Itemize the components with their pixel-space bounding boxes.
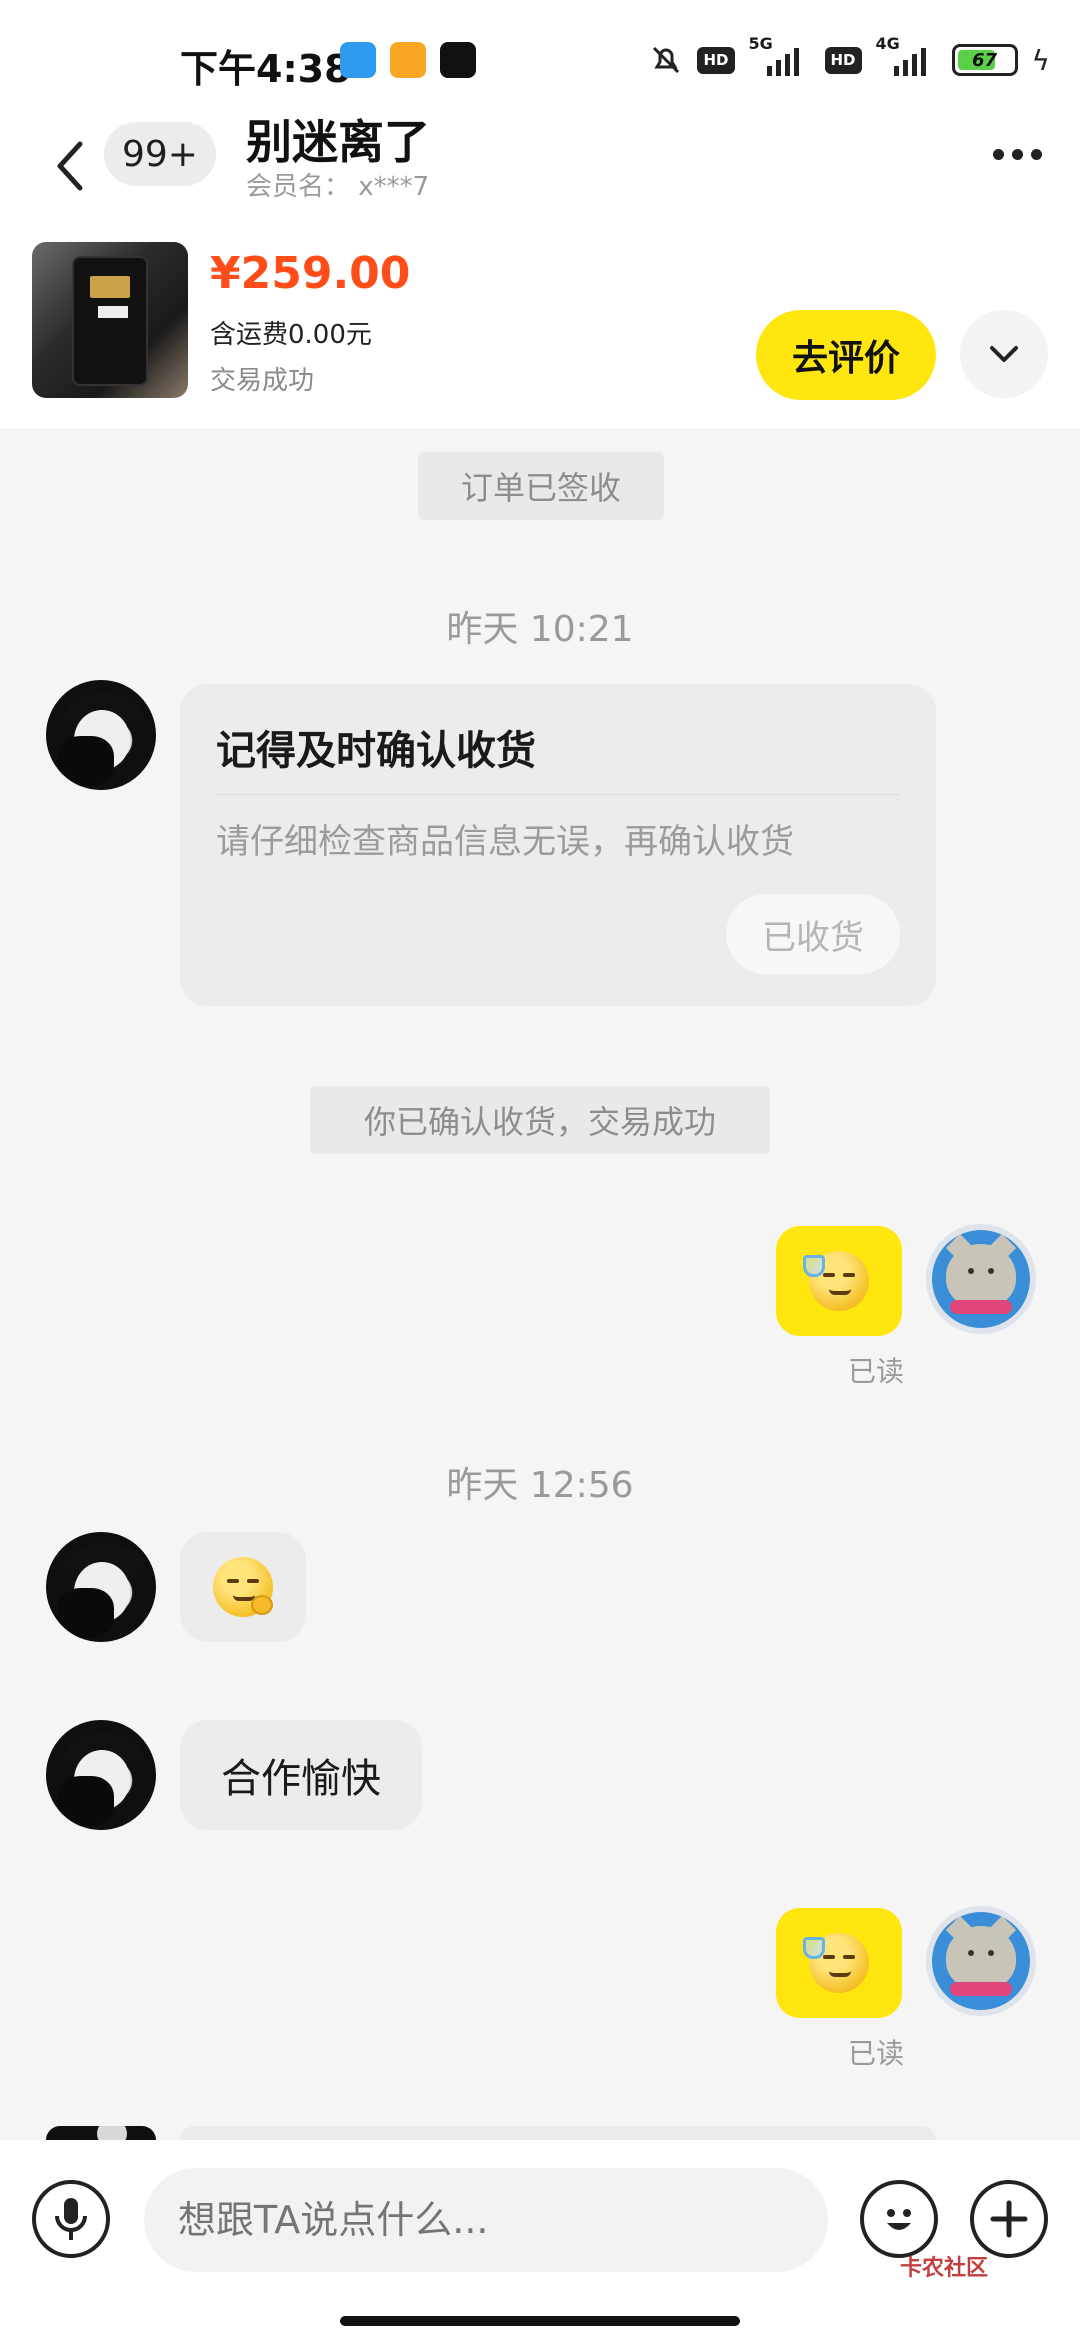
mute-bell-icon	[649, 43, 683, 77]
app-notification-icon	[390, 42, 426, 78]
app-notification-icon	[340, 42, 376, 78]
input-bar: 卡农社区	[0, 2140, 1080, 2340]
smile-ok-emoji	[213, 1557, 273, 1617]
seller-avatar[interactable]	[46, 680, 156, 790]
more-actions-button[interactable]	[970, 2180, 1048, 2258]
my-avatar[interactable]	[926, 1224, 1036, 1334]
signal-4g-icon: 4G	[876, 34, 938, 80]
text-message[interactable]: 合作愉快	[180, 1720, 422, 1830]
card-body: 请仔细检查商品信息无误，再确认收货	[216, 822, 794, 862]
review-button[interactable]: 去评价	[756, 310, 936, 400]
hd-badge: HD	[824, 46, 862, 74]
received-button[interactable]: 已收货	[726, 894, 900, 974]
seller-avatar[interactable]	[46, 2126, 156, 2140]
divider	[216, 794, 900, 795]
timestamp: 昨天 12:56	[446, 1465, 634, 1506]
home-indicator[interactable]	[340, 2316, 740, 2326]
seller-avatar[interactable]	[46, 1720, 156, 1830]
sticker-message[interactable]	[180, 1532, 306, 1642]
emoji-button[interactable]	[860, 2180, 938, 2258]
product-card[interactable]: ¥259.00 含运费0.00元 交易成功 去评价	[0, 230, 1080, 430]
system-message-signed: 订单已签收	[418, 452, 664, 520]
partial-message[interactable]	[180, 2126, 936, 2140]
sticker-message[interactable]	[776, 1226, 902, 1336]
system-message-confirmed: 你已确认收货，交易成功	[310, 1086, 770, 1154]
status-time: 下午4:38	[180, 47, 351, 91]
sunglasses-drink-emoji	[803, 1251, 869, 1311]
card-title: 记得及时确认收货	[216, 728, 536, 774]
chat-title: 别迷离了	[246, 115, 430, 169]
read-status: 已读	[848, 1355, 905, 1388]
trade-status: 交易成功	[210, 366, 315, 396]
hd-badge: HD	[697, 46, 735, 74]
my-avatar[interactable]	[926, 1906, 1036, 2016]
plus-icon	[990, 2200, 1028, 2238]
back-button[interactable]	[40, 126, 100, 206]
watermark: 卡农社区	[900, 2256, 989, 2281]
product-shipping: 含运费0.00元	[210, 320, 372, 350]
voice-button[interactable]	[32, 2180, 110, 2258]
sticker-message[interactable]	[776, 1908, 902, 2018]
expand-button[interactable]	[960, 310, 1048, 398]
more-button[interactable]	[982, 124, 1052, 184]
back-arrow-icon	[57, 141, 83, 191]
sunglasses-drink-emoji	[803, 1933, 869, 1993]
message-input[interactable]	[144, 2168, 828, 2272]
product-price: ¥259.00	[210, 248, 411, 299]
confirm-receipt-card: 记得及时确认收货 请仔细检查商品信息无误，再确认收货 已收货	[180, 684, 936, 1006]
status-indicators: HD 5G HD 4G 67 ϟ	[649, 34, 1050, 80]
battery-icon: 67	[951, 44, 1018, 76]
emoji-icon	[887, 2209, 911, 2230]
tiktok-icon	[440, 42, 476, 78]
member-name: 会员名： x***7	[246, 172, 430, 202]
more-icon	[992, 148, 1004, 160]
mic-icon	[55, 2198, 87, 2240]
read-status: 已读	[848, 2037, 905, 2070]
unread-count-badge[interactable]: 99+	[104, 122, 216, 186]
chevron-down-icon	[990, 346, 1018, 362]
chat-header: 99+ 别迷离了 会员名： x***7	[0, 115, 1080, 230]
status-bar: 下午4:38 HD 5G HD 4G 67 ϟ	[0, 0, 1080, 120]
seller-avatar[interactable]	[46, 1532, 156, 1642]
signal-5g-icon: 5G	[749, 34, 811, 80]
timestamp: 昨天 10:21	[446, 609, 634, 650]
charging-icon: ϟ	[1031, 43, 1050, 77]
product-thumbnail[interactable]	[32, 242, 188, 398]
